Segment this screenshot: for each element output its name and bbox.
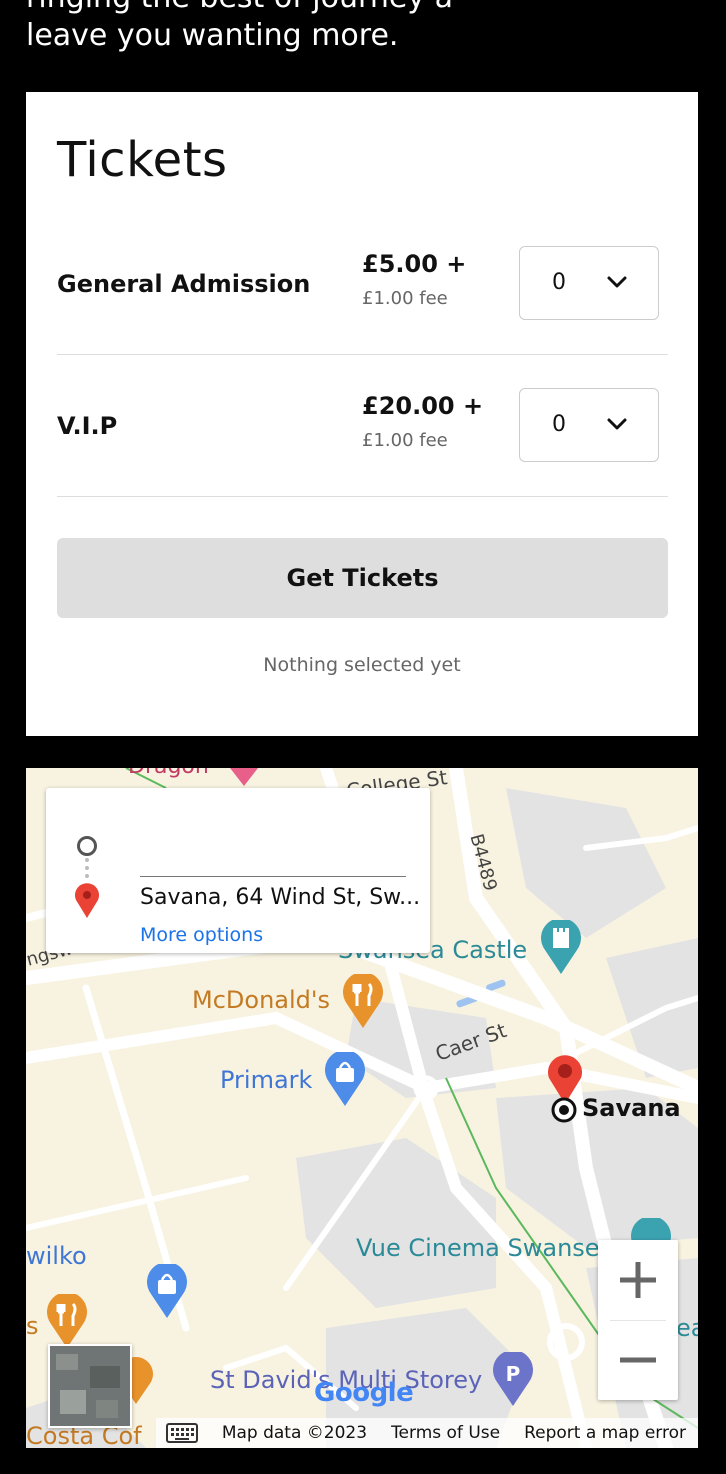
destination-pin-icon [75, 883, 99, 918]
parking-poi-icon[interactable]: P [492, 1352, 534, 1408]
origin-circle-icon [77, 836, 97, 856]
map-label-mcdonalds: McDonald's [192, 986, 330, 1014]
quantity-select[interactable]: 0 [519, 388, 659, 462]
poi-pin-pink-icon[interactable] [224, 768, 264, 788]
satellite-view-toggle[interactable] [48, 1344, 132, 1428]
quantity-select[interactable]: 0 [519, 246, 659, 320]
map-label-savana: Savana [582, 1094, 681, 1122]
tickets-title: Tickets [57, 132, 228, 188]
map[interactable]: Dragon College St B4489 ngsw Swansea Cas… [26, 768, 698, 1448]
restaurant-poi-icon[interactable] [46, 1294, 88, 1350]
plus-icon [620, 1262, 656, 1298]
zoom-in-button[interactable] [598, 1240, 678, 1320]
directions-card: Savana, 64 Wind St, Sw... More options [46, 788, 430, 953]
ticket-fee: £1.00 fee [362, 430, 448, 451]
map-label-ea: ea [676, 1314, 698, 1342]
restaurant-poi-icon[interactable] [342, 974, 384, 1030]
route-dots-icon [85, 858, 93, 878]
shopping-poi-icon[interactable] [146, 1264, 188, 1320]
svg-text:P: P [506, 1362, 521, 1386]
map-label-wilko: wilko [26, 1242, 87, 1270]
selection-status: Nothing selected yet [263, 654, 461, 676]
google-logo-text: Google [314, 1378, 414, 1408]
route-divider [140, 876, 406, 877]
ticket-row-vip: V.I.P £20.00 + £1.00 fee 0 [57, 356, 668, 497]
more-options-link[interactable]: More options [140, 924, 263, 946]
venue-marker-icon [551, 1097, 577, 1123]
description-line: leave you wanting more. [26, 18, 399, 53]
map-label-s: s [26, 1312, 39, 1340]
ticket-name: V.I.P [57, 412, 118, 440]
chevron-down-icon [607, 276, 627, 288]
google-logo: Google [314, 1378, 414, 1408]
chevron-down-icon [607, 418, 627, 430]
report-map-error-link[interactable]: Report a map error [524, 1423, 686, 1443]
ticket-name: General Admission [57, 270, 311, 298]
castle-poi-icon[interactable] [540, 920, 582, 976]
map-attribution: Map data ©2023 Terms of Use Report a map… [155, 1418, 698, 1448]
terms-of-use-link[interactable]: Terms of Use [391, 1423, 500, 1443]
zoom-out-button[interactable] [598, 1320, 678, 1400]
ticket-price: £20.00 + [362, 392, 484, 420]
destination-address[interactable]: Savana, 64 Wind St, Sw... [140, 885, 420, 910]
satellite-thumbnail-icon [50, 1346, 130, 1426]
ticket-fee: £1.00 fee [362, 288, 448, 309]
ticket-price: £5.00 + [362, 250, 467, 278]
keyboard-icon[interactable] [165, 1423, 198, 1443]
description-partial-line: ringing the best of journey a [26, 0, 453, 16]
quantity-value: 0 [552, 270, 566, 295]
map-label-vue-cinema: Vue Cinema Swansea [356, 1234, 615, 1262]
map-data-text: Map data ©2023 [221, 1423, 368, 1443]
minus-icon [620, 1357, 656, 1363]
quantity-value: 0 [552, 412, 566, 437]
map-label-dragon: Dragon [128, 768, 209, 779]
get-tickets-button[interactable]: Get Tickets [57, 538, 668, 618]
map-label-primark: Primark [220, 1066, 313, 1094]
ticket-row-general-admission: General Admission £5.00 + £1.00 fee 0 [57, 214, 668, 355]
zoom-controls [598, 1240, 678, 1400]
shopping-poi-icon[interactable] [324, 1052, 366, 1108]
tickets-card: Tickets General Admission £5.00 + £1.00 … [26, 92, 698, 736]
